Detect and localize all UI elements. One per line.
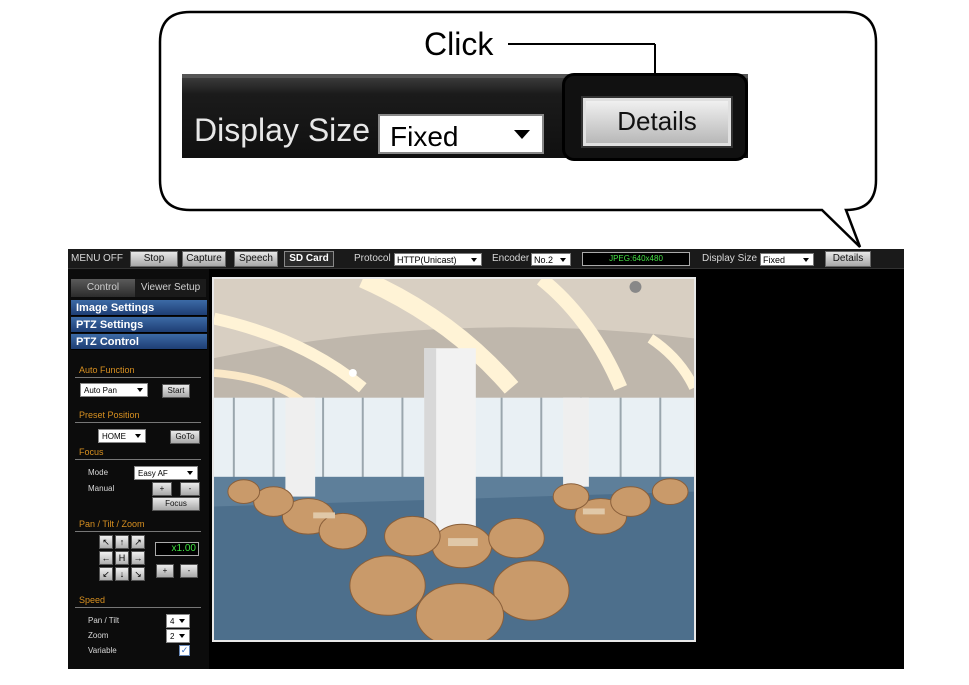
preset-position-value: HOME bbox=[102, 432, 126, 441]
zoom-speed-label: Zoom bbox=[88, 631, 109, 640]
speed-title: Speed bbox=[79, 595, 106, 605]
camera-viewer-window: MENU OFF Stop Capture Speech SD Card Pro… bbox=[68, 249, 904, 669]
focus-mode-label: Mode bbox=[88, 468, 109, 477]
toolbar: MENU OFF Stop Capture Speech SD Card Pro… bbox=[68, 249, 904, 269]
encoder-value: No.2 bbox=[534, 255, 554, 265]
chevron-down-icon bbox=[137, 388, 143, 392]
menu-image-settings[interactable]: Image Settings bbox=[71, 300, 207, 316]
tilt-down-icon[interactable]: ↓ bbox=[115, 567, 129, 581]
protocol-label: Protocol bbox=[354, 253, 391, 264]
auto-function-value: Auto Pan bbox=[84, 386, 117, 395]
pan-tilt-arrow-pad: ↖ ↑ ↗ ← H → ↙ ↓ ↘ bbox=[99, 535, 145, 583]
zoom-out-button[interactable]: - bbox=[180, 564, 198, 578]
chevron-down-icon bbox=[179, 619, 185, 623]
figure: Click Display Size Fixed Details MENU OF… bbox=[0, 0, 969, 685]
chevron-down-icon bbox=[179, 634, 185, 638]
capture-button[interactable]: Capture bbox=[182, 251, 226, 267]
menu-off-toggle[interactable]: OFF bbox=[103, 253, 123, 265]
chevron-down-icon bbox=[187, 471, 193, 475]
camera-live-image bbox=[212, 277, 696, 642]
zoom-level-display: x1.00 bbox=[155, 542, 199, 556]
pan-up-left-icon[interactable]: ↖ bbox=[99, 535, 113, 549]
details-button[interactable]: Details bbox=[825, 251, 871, 267]
auto-function-select[interactable]: Auto Pan bbox=[80, 383, 148, 397]
home-position-button[interactable]: H bbox=[115, 551, 129, 565]
details-highlight: Details bbox=[562, 73, 748, 161]
divider bbox=[75, 422, 201, 423]
goto-button[interactable]: GoTo bbox=[170, 430, 200, 444]
zoomed-display-size-value: Fixed bbox=[390, 121, 459, 152]
control-sidebar: Control Viewer Setup Image Settings PTZ … bbox=[68, 269, 209, 669]
focus-plus-button[interactable]: + bbox=[152, 482, 172, 496]
focus-title: Focus bbox=[79, 447, 104, 457]
chevron-down-icon bbox=[803, 258, 809, 262]
auto-function-start-button[interactable]: Start bbox=[162, 384, 190, 398]
focus-mode-select[interactable]: Easy AF bbox=[134, 466, 198, 480]
pan-up-right-icon[interactable]: ↗ bbox=[131, 535, 145, 549]
focus-button[interactable]: Focus bbox=[152, 497, 200, 511]
protocol-value: HTTP(Unicast) bbox=[397, 255, 457, 265]
sidebar-tabs: Control Viewer Setup bbox=[71, 279, 206, 297]
sd-card-button[interactable]: SD Card bbox=[284, 251, 334, 267]
zoomed-display-size-label: Display Size bbox=[194, 112, 371, 148]
variable-speed-label: Variable bbox=[88, 646, 117, 655]
display-size-select[interactable]: Fixed bbox=[760, 253, 814, 266]
stop-button[interactable]: Stop bbox=[130, 251, 178, 267]
pan-tilt-speed-value: 4 bbox=[170, 617, 175, 626]
divider bbox=[75, 377, 201, 378]
chevron-down-icon bbox=[135, 434, 141, 438]
lounge-photo bbox=[214, 279, 694, 640]
pan-left-icon[interactable]: ← bbox=[99, 551, 113, 565]
encoder-select[interactable]: No.2 bbox=[531, 253, 571, 266]
menu-ptz-control[interactable]: PTZ Control bbox=[71, 334, 207, 350]
zoom-in-button[interactable]: + bbox=[156, 564, 174, 578]
protocol-select[interactable]: HTTP(Unicast) bbox=[394, 253, 482, 266]
focus-mode-value: Easy AF bbox=[138, 469, 168, 478]
pan-tilt-speed-label: Pan / Tilt bbox=[88, 616, 120, 625]
pan-right-icon[interactable]: → bbox=[131, 551, 145, 565]
encoder-label: Encoder bbox=[492, 253, 530, 264]
display-size-label: Display Size bbox=[702, 253, 758, 264]
tab-control[interactable]: Control bbox=[71, 279, 135, 297]
divider bbox=[75, 607, 201, 608]
preset-position-select[interactable]: HOME bbox=[98, 429, 146, 443]
preset-position-title: Preset Position bbox=[79, 410, 140, 420]
pan-down-left-icon[interactable]: ↙ bbox=[99, 567, 113, 581]
variable-speed-checkbox[interactable]: ✓ bbox=[179, 645, 190, 656]
focus-minus-button[interactable]: - bbox=[180, 482, 200, 496]
speech-button[interactable]: Speech bbox=[234, 251, 278, 267]
pan-tilt-speed-select[interactable]: 4 bbox=[166, 614, 190, 628]
pan-down-right-icon[interactable]: ↘ bbox=[131, 567, 145, 581]
chevron-down-icon bbox=[471, 258, 477, 262]
stream-status: JPEG:640x480 bbox=[582, 252, 690, 266]
tab-viewer-setup[interactable]: Viewer Setup bbox=[135, 279, 206, 297]
zoomed-details-button[interactable]: Details bbox=[581, 96, 733, 148]
pan-tilt-zoom-title: Pan / Tilt / Zoom bbox=[79, 519, 145, 529]
zoomed-display-size-select[interactable]: Fixed bbox=[378, 114, 544, 154]
auto-function-title: Auto Function bbox=[79, 365, 135, 375]
click-instruction: Click bbox=[424, 26, 494, 62]
display-size-value: Fixed bbox=[763, 255, 786, 265]
zoom-speed-value: 2 bbox=[170, 632, 175, 641]
tilt-up-icon[interactable]: ↑ bbox=[115, 535, 129, 549]
menu-ptz-settings[interactable]: PTZ Settings bbox=[71, 317, 207, 333]
focus-manual-label: Manual bbox=[88, 484, 115, 493]
divider bbox=[75, 531, 201, 532]
divider bbox=[75, 459, 201, 460]
zoom-speed-select[interactable]: 2 bbox=[166, 629, 190, 643]
menu-label: MENU bbox=[71, 253, 101, 264]
chevron-down-icon bbox=[514, 130, 530, 139]
chevron-down-icon bbox=[560, 258, 566, 262]
